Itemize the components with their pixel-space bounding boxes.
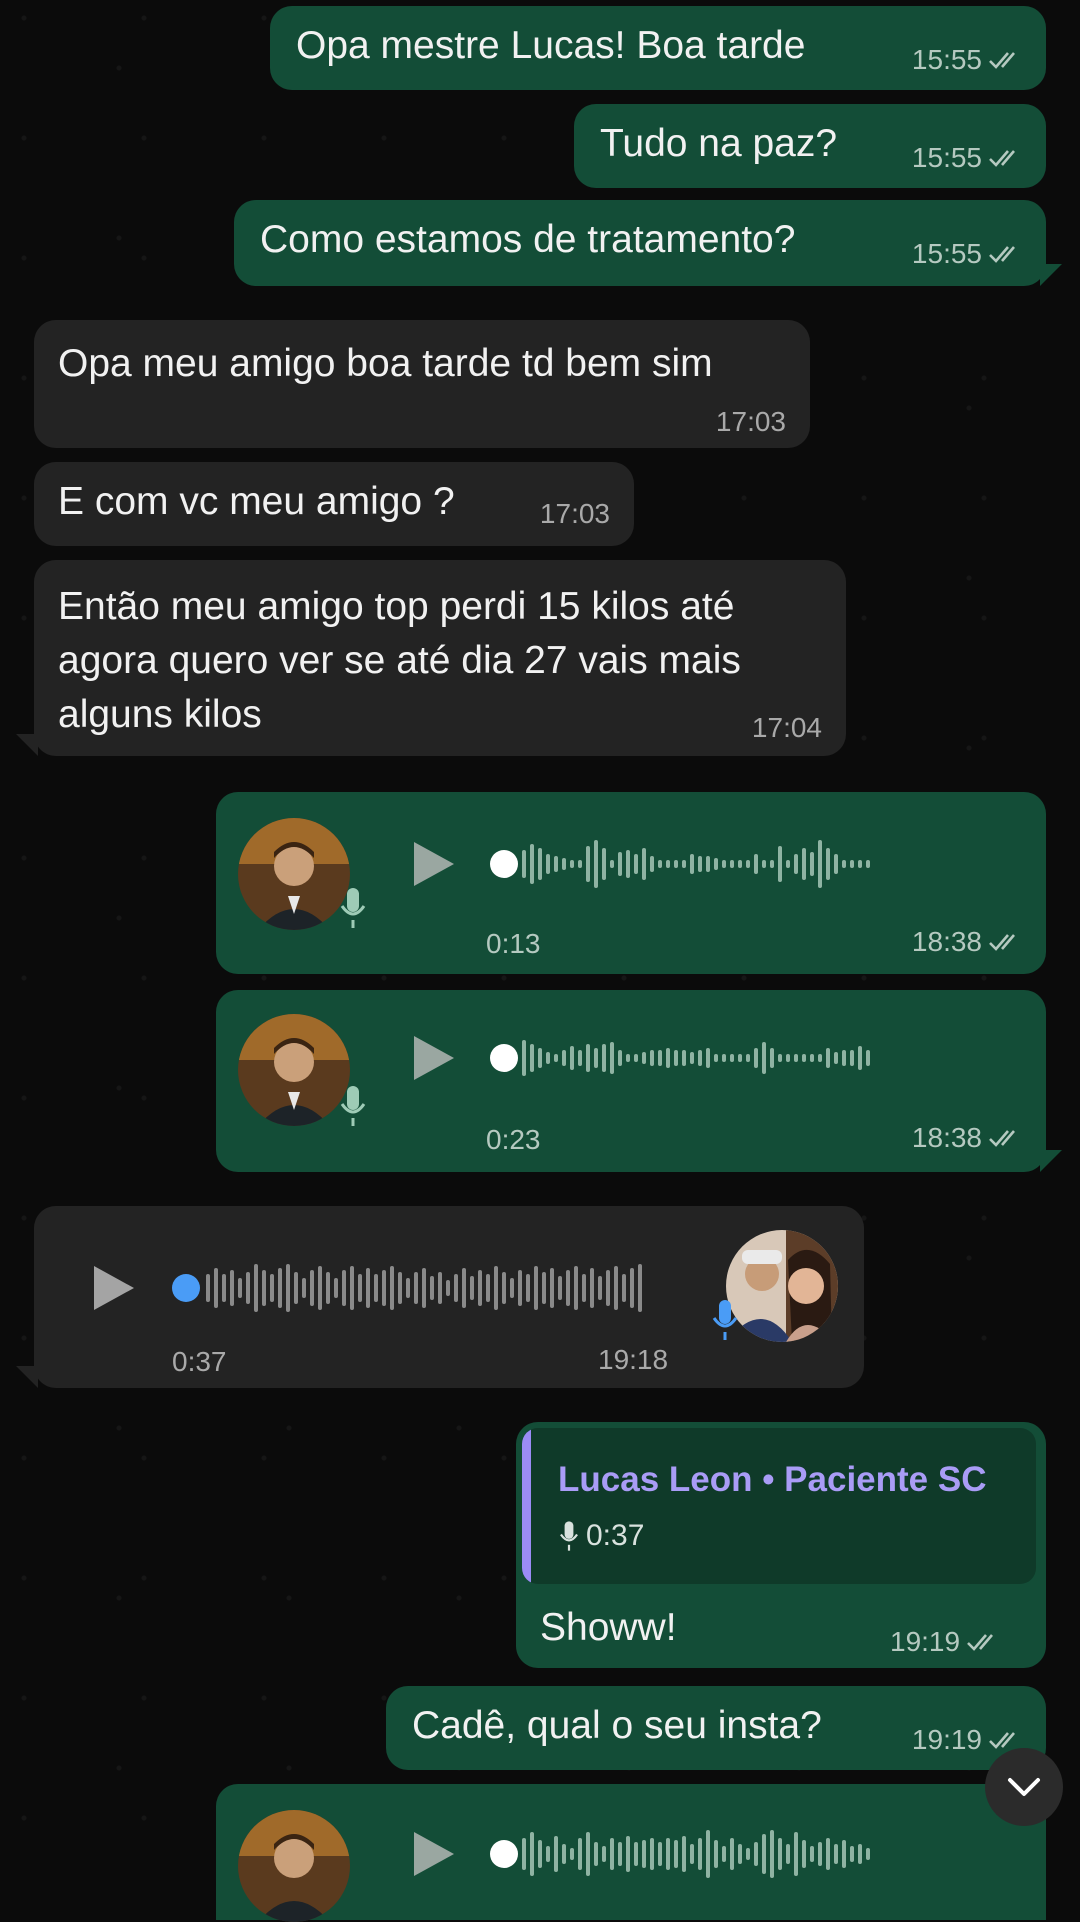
message-time: 19:19 <box>890 1626 961 1657</box>
message-meta: 15:55 <box>912 142 1024 174</box>
audio-waveform[interactable] <box>170 1252 710 1324</box>
bubble-tail <box>1040 264 1062 286</box>
avatar <box>238 818 350 930</box>
message-time: 18:38 <box>911 926 982 957</box>
message-meta: 19:18 <box>598 1344 668 1376</box>
mic-icon <box>712 1300 738 1340</box>
voice-duration: 0:37 <box>172 1346 227 1377</box>
double-check-icon <box>967 1634 994 1651</box>
message-time: 18:38 <box>911 1122 982 1153</box>
incoming-message[interactable]: E com vc meu amigo ? 17:03 <box>34 462 634 546</box>
message-meta: 17:03 <box>716 406 786 438</box>
message-meta: 15:55 <box>912 44 1024 76</box>
message-text: Showw! <box>540 1606 677 1649</box>
quote-voice-duration: 0:37 <box>558 1518 644 1554</box>
message-meta: 17:03 <box>540 498 610 530</box>
incoming-message[interactable]: Então meu amigo top perdi 15 kilos até a… <box>34 560 846 756</box>
message-time: 15:55 <box>911 142 982 173</box>
outgoing-message[interactable]: Cadê, qual o seu insta? 19:19 <box>386 1686 1046 1770</box>
outgoing-message[interactable]: Como estamos de tratamento? 15:55 <box>234 200 1046 286</box>
play-icon[interactable] <box>414 1036 454 1080</box>
outgoing-voice-message[interactable]: 0:23 18:38 <box>216 990 1046 1172</box>
avatar <box>238 1014 350 1126</box>
message-time: 15:55 <box>911 238 982 269</box>
message-time: 15:55 <box>911 44 982 75</box>
double-check-icon <box>989 246 1015 263</box>
play-icon[interactable] <box>414 1832 454 1876</box>
audio-waveform[interactable] <box>490 828 1030 900</box>
incoming-message[interactable]: Opa meu amigo boa tarde td bem sim 17:03 <box>34 320 810 448</box>
quote-accent-bar <box>522 1428 531 1584</box>
message-meta: 19:19 <box>890 1626 1002 1658</box>
double-check-icon <box>989 52 1015 69</box>
message-text: Opa mestre Lucas! Boa tarde <box>296 24 806 67</box>
bubble-tail <box>1040 1150 1062 1172</box>
avatar <box>726 1230 838 1342</box>
message-meta: 18:38 <box>912 1122 1024 1154</box>
quoted-message[interactable]: Lucas Leon • Paciente SC 0:37 <box>522 1428 1036 1584</box>
message-text: Opa meu amigo boa tarde td bem sim <box>58 342 713 385</box>
message-time: 19:18 <box>598 1344 669 1375</box>
mic-icon <box>340 1086 366 1126</box>
double-check-icon <box>989 150 1015 167</box>
double-check-icon <box>989 934 1015 951</box>
message-text: Cadê, qual o seu insta? <box>412 1704 822 1747</box>
message-text: Tudo na paz? <box>600 122 838 165</box>
audio-waveform[interactable] <box>490 1022 1030 1094</box>
message-time: 19:19 <box>911 1724 982 1755</box>
double-check-icon <box>989 1130 1015 1147</box>
message-time: 17:03 <box>715 406 786 437</box>
message-text: Então meu amigo top perdi 15 kilos até a… <box>58 585 741 736</box>
audio-waveform[interactable] <box>490 1818 1030 1890</box>
play-icon[interactable] <box>414 842 454 886</box>
incoming-voice-message[interactable]: 0:37 19:18 <box>34 1206 864 1388</box>
message-text: Como estamos de tratamento? <box>260 218 796 261</box>
message-time: 17:03 <box>539 498 610 529</box>
outgoing-message[interactable]: Opa mestre Lucas! Boa tarde 15:55 <box>270 6 1046 90</box>
bubble-tail <box>16 734 38 756</box>
outgoing-voice-message[interactable] <box>216 1784 1046 1922</box>
avatar <box>238 1810 350 1922</box>
message-meta: 18:38 <box>912 926 1024 958</box>
bubble-tail <box>16 1366 38 1388</box>
message-meta: 15:55 <box>912 238 1024 270</box>
scroll-to-bottom-button[interactable] <box>985 1748 1063 1826</box>
outgoing-voice-message[interactable]: 0:13 18:38 <box>216 792 1046 974</box>
chevron-down-icon <box>1008 1778 1040 1796</box>
message-meta: 17:04 <box>752 712 822 744</box>
quote-author: Lucas Leon • Paciente SC <box>558 1460 987 1499</box>
voice-duration: 0:13 <box>486 928 541 959</box>
mic-icon <box>560 1521 578 1551</box>
voice-duration: 0:23 <box>486 1124 541 1155</box>
message-text: E com vc meu amigo ? <box>58 480 455 523</box>
play-icon[interactable] <box>94 1266 134 1310</box>
message-time: 17:04 <box>751 712 822 743</box>
outgoing-message[interactable]: Tudo na paz? 15:55 <box>574 104 1046 188</box>
mic-icon <box>340 888 366 928</box>
